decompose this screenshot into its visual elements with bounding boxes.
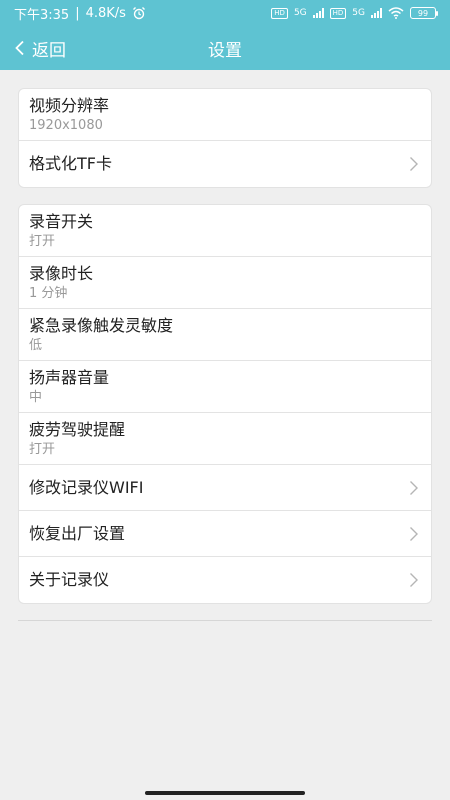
status-separator: | (75, 5, 80, 21)
page-title: 设置 (208, 40, 242, 61)
setting-label: 紧急录像触发灵敏度 (29, 315, 174, 335)
battery-icon: 99 (410, 7, 438, 19)
setting-speaker-volume[interactable]: 扬声器音量 中 (19, 361, 431, 413)
settings-group-storage: 视频分辨率 1920x1080 格式化TF卡 (18, 88, 432, 188)
status-bar: 下午3:35 | 4.8K/s HD 5G HD 5G 99 (0, 0, 450, 26)
settings-group-recorder: 录音开关 打开 录像时长 1 分钟 紧急录像触发灵敏度 低 扬声器音量 中 疲劳… (18, 204, 432, 604)
status-time: 下午3:35 (14, 7, 70, 23)
setting-factory-reset[interactable]: 恢复出厂设置 (19, 511, 431, 557)
setting-label: 录音开关 (29, 211, 94, 231)
setting-label: 格式化TF卡 (29, 154, 112, 173)
setting-about-recorder[interactable]: 关于记录仪 (19, 557, 431, 603)
chevron-right-icon (410, 573, 418, 587)
top-bar: 下午3:35 | 4.8K/s HD 5G HD 5G 99 返回 设置 (0, 0, 450, 70)
setting-change-wifi[interactable]: 修改记录仪WIFI (19, 465, 431, 511)
chevron-right-icon (410, 480, 418, 495)
chevron-left-icon (15, 40, 24, 56)
setting-format-tf-card[interactable]: 格式化TF卡 (19, 141, 431, 187)
hd-badge-icon: HD (271, 7, 288, 19)
setting-recording-duration[interactable]: 录像时长 1 分钟 (19, 257, 431, 309)
signal-icon (371, 8, 382, 18)
back-button[interactable]: 返回 (0, 36, 66, 61)
setting-label: 恢复出厂设置 (29, 523, 126, 543)
setting-video-resolution[interactable]: 视频分辨率 1920x1080 (19, 89, 431, 141)
setting-value: 1920x1080 (29, 117, 103, 133)
setting-label: 修改记录仪WIFI (29, 477, 144, 497)
home-indicator[interactable] (145, 791, 305, 795)
setting-fatigue-reminder[interactable]: 疲劳驾驶提醒 打开 (19, 413, 431, 465)
setting-audio-recording[interactable]: 录音开关 打开 (19, 205, 431, 257)
back-label: 返回 (32, 40, 66, 61)
nav-header: 返回 设置 (0, 26, 450, 70)
setting-label: 视频分辨率 (29, 95, 110, 115)
hd-badge-icon: HD (329, 7, 347, 19)
setting-value: 打开 (29, 233, 56, 249)
alarm-clock-icon (132, 7, 145, 20)
setting-value: 1 分钟 (29, 285, 68, 301)
network-type: 5G (293, 8, 307, 18)
chevron-right-icon (410, 526, 418, 541)
setting-value: 中 (29, 389, 43, 405)
setting-label: 扬声器音量 (29, 367, 110, 387)
status-speed: 4.8K/s (85, 5, 126, 21)
setting-label: 疲劳驾驶提醒 (29, 419, 126, 439)
chevron-right-icon (410, 157, 418, 171)
wifi-icon (388, 7, 404, 19)
network-type: 5G (352, 8, 365, 18)
setting-value: 低 (29, 337, 43, 353)
divider (18, 620, 432, 621)
signal-icon (312, 8, 324, 18)
setting-emergency-sensitivity[interactable]: 紧急录像触发灵敏度 低 (19, 309, 431, 361)
setting-label: 关于记录仪 (29, 570, 110, 589)
setting-value: 打开 (29, 441, 56, 457)
setting-label: 录像时长 (29, 263, 94, 283)
